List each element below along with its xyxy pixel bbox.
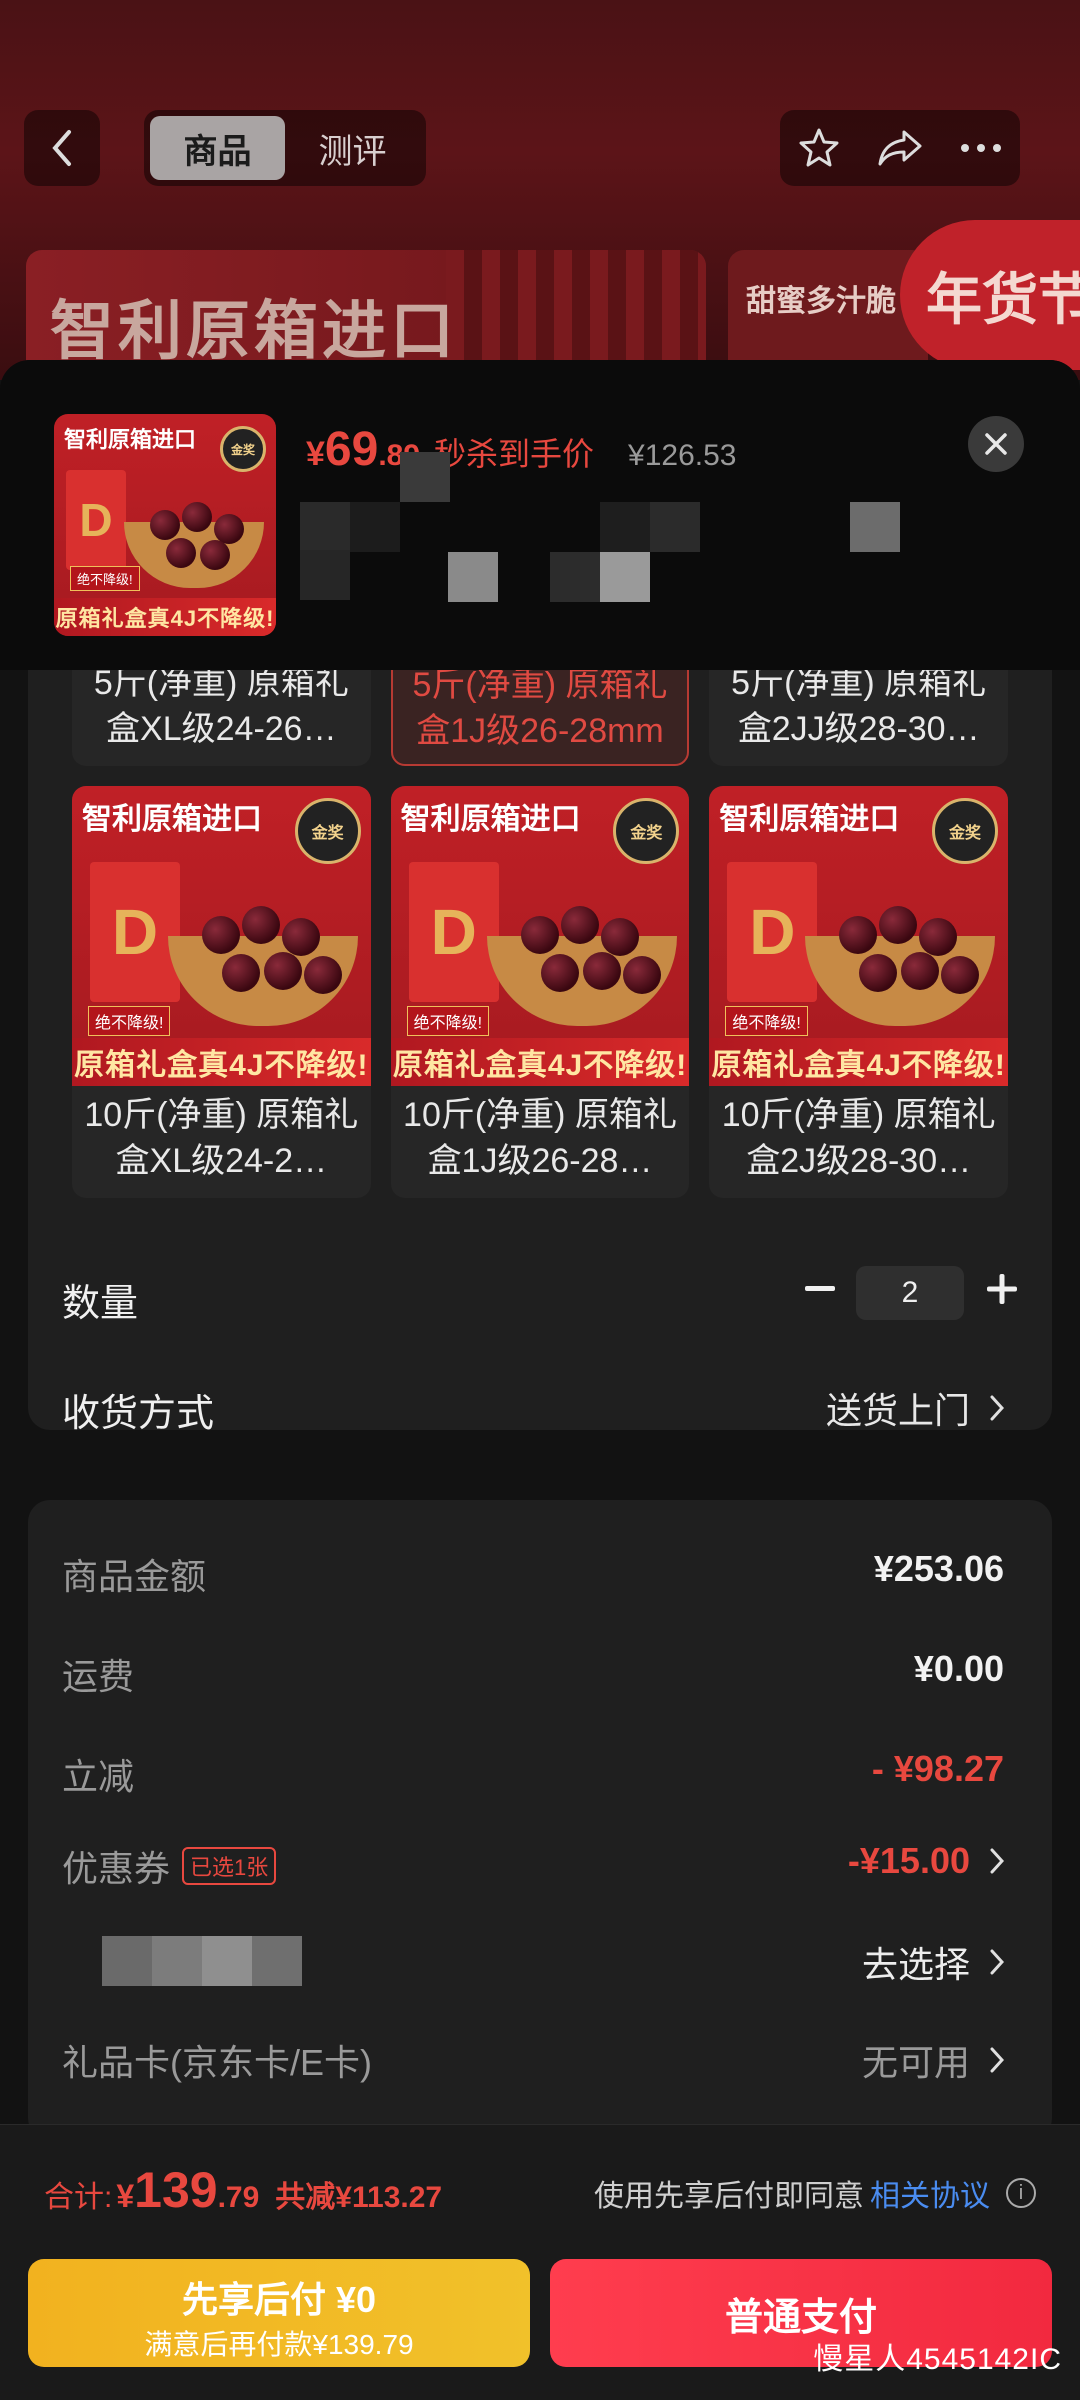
- agreement-notice: 使用先享后付即同意 相关协议 i: [594, 2171, 1036, 2215]
- delivery-label: 收货方式: [62, 1393, 215, 1435]
- goods-amount-label: 商品金额: [62, 1556, 207, 1597]
- select-value-group: 去选择: [862, 1936, 1004, 1988]
- delivery-value: 送货上门: [825, 1390, 970, 1431]
- coupon-count-badge: 已选1张: [182, 1847, 277, 1885]
- variant-option-selected[interactable]: 5斤(净重) 原箱礼盒1J级26-28mm: [390, 660, 690, 766]
- variant-option[interactable]: 5斤(净重) 原箱礼盒2JJ级28-30…: [709, 660, 1008, 766]
- instant-discount-row: 立减 - ¥98.27: [62, 1748, 1022, 1808]
- agreement-text: 使用先享后付即同意: [594, 2180, 864, 2213]
- variant-label: 10斤(净重) 原箱礼盒2J级28-30…: [721, 1096, 996, 1180]
- variant-option[interactable]: 智利原箱进口 金奖 D 绝不降级! 原箱礼盒真4J不降级! 10斤(净重) 原箱…: [390, 786, 690, 1198]
- redacted-label: [102, 1936, 302, 1986]
- product-summary-header: 智利原箱进口 金奖 D 绝不降级! 原箱礼盒真4J不降级! ¥69.89 秒杀到…: [0, 360, 1080, 670]
- back-button[interactable]: [24, 110, 100, 186]
- agreement-link[interactable]: 相关协议: [870, 2171, 990, 2215]
- quantity-increase-button[interactable]: [982, 1264, 1022, 1314]
- variant-option[interactable]: 智利原箱进口 金奖 D 绝不降级! 原箱礼盒真4J不降级! 10斤(净重) 原箱…: [709, 786, 1009, 1198]
- chevron-left-icon: [52, 130, 71, 166]
- giftcard-value: 无可用: [861, 2042, 970, 2083]
- banner-title: 智利原箱进口: [50, 295, 458, 367]
- top-bar: 商品 测评: [24, 110, 1056, 190]
- coupon-value-group: -¥15.00: [848, 1840, 1004, 1882]
- coupon-value: -¥15.00: [847, 1840, 970, 1881]
- shipping-label: 运费: [62, 1656, 135, 1697]
- more-icon[interactable]: [959, 142, 1003, 154]
- festival-badge: 年货节: [900, 220, 1080, 370]
- redacted-spec-text: [300, 452, 450, 552]
- close-button[interactable]: [968, 416, 1024, 472]
- variant-option[interactable]: 智利原箱进口 金奖 D 绝不降级! 原箱礼盒真4J不降级! 10斤(净重) 原箱…: [72, 786, 371, 1198]
- quantity-label: 数量: [62, 1283, 139, 1325]
- redacted-row[interactable]: 去选择: [62, 1936, 1022, 1996]
- pay-later-subtitle: 满意后再付款¥139.79: [144, 2329, 414, 2360]
- variant-image: 智利原箱进口 金奖 D 绝不降级! 原箱礼盒真4J不降级!: [390, 786, 690, 1086]
- shipping-row: 运费 ¥0.00: [62, 1648, 1022, 1708]
- original-price: ¥126.53: [628, 439, 737, 472]
- share-icon[interactable]: [876, 126, 924, 170]
- delivery-selector[interactable]: 送货上门: [826, 1382, 1004, 1434]
- giftcard-value-group: 无可用: [862, 2034, 1004, 2086]
- variant-label: 5斤(净重) 原箱礼盒2JJ级28-30…: [731, 664, 987, 748]
- variant-image: 智利原箱进口 金奖 D 绝不降级! 原箱礼盒真4J不降级!: [72, 786, 371, 1086]
- price-row: ¥69.89 秒杀到手价 ¥126.53: [306, 422, 737, 477]
- coupon-label: 优惠券: [62, 1848, 171, 1889]
- variant-label: 5斤(净重) 原箱礼盒XL级24-26…: [93, 664, 349, 748]
- banner2-title: 甜蜜多汁脆: [746, 285, 896, 318]
- product-page-background: 商品 测评 智利原箱进口 甜蜜多汁脆 年货节: [0, 0, 1080, 410]
- total-saved: 共减¥113.27: [275, 2181, 443, 2214]
- variant-label: 10斤(净重) 原箱礼盒XL级24-2…: [84, 1096, 359, 1180]
- flash-price-tag: 秒杀到手价: [434, 436, 595, 472]
- coupon-label-group: 优惠券 已选1张: [62, 1840, 277, 1892]
- instant-discount-label: 立减: [62, 1756, 135, 1797]
- tab-switcher: 商品 测评: [144, 110, 426, 186]
- variant-label: 10斤(净重) 原箱礼盒1J级26-28…: [403, 1096, 677, 1180]
- pay-later-title: 先享后付 ¥0: [181, 2279, 377, 2320]
- quantity-decrease-button[interactable]: [800, 1264, 840, 1314]
- variant-row-2: 智利原箱进口 金奖 D 绝不降级! 原箱礼盒真4J不降级! 10斤(净重) 原箱…: [72, 786, 1009, 1198]
- plus-icon: [987, 1274, 1017, 1304]
- chevron-right-icon: [990, 1949, 1004, 1975]
- variant-option[interactable]: 5斤(净重) 原箱礼盒XL级24-26…: [72, 660, 371, 766]
- pay-later-button[interactable]: 先享后付 ¥0 满意后再付款¥139.79: [28, 2259, 530, 2367]
- variant-label: 5斤(净重) 原箱礼盒1J级26-28mm: [412, 666, 668, 750]
- giftcard-row[interactable]: 礼品卡(京东卡/E卡) 无可用: [62, 2034, 1022, 2094]
- goods-amount-value: ¥253.06: [873, 1548, 1004, 1589]
- minus-icon: [805, 1286, 835, 1291]
- tab-review[interactable]: 测评: [285, 116, 420, 180]
- coupon-row[interactable]: 优惠券 已选1张 -¥15.00: [62, 1840, 1022, 1900]
- star-icon[interactable]: [797, 126, 841, 170]
- instant-discount-value: - ¥98.27: [871, 1748, 1004, 1789]
- chevron-right-icon: [990, 1848, 1004, 1874]
- watermark: 慢星人4545142IC: [813, 2343, 1062, 2376]
- close-icon: [985, 433, 1007, 455]
- giftcard-label: 礼品卡(京东卡/E卡): [62, 2042, 372, 2083]
- product-thumbnail: 智利原箱进口 金奖 D 绝不降级! 原箱礼盒真4J不降级!: [54, 414, 276, 636]
- goods-amount-row: 商品金额 ¥253.06: [62, 1548, 1022, 1608]
- tab-goods[interactable]: 商品: [150, 116, 285, 180]
- quantity-input[interactable]: 2: [856, 1266, 964, 1320]
- select-value: 去选择: [861, 1944, 970, 1985]
- screen: 商品 测评 智利原箱进口 甜蜜多汁脆 年货节 5斤(净重) 原箱礼盒XL级24-…: [0, 0, 1080, 2400]
- variant-row-1: 5斤(净重) 原箱礼盒XL级24-26… 5斤(净重) 原箱礼盒1J级26-28…: [72, 660, 1008, 766]
- variant-image: 智利原箱进口 金奖 D 绝不降级! 原箱礼盒真4J不降级!: [709, 786, 1009, 1086]
- chevron-right-icon: [990, 1395, 1004, 1421]
- total-price: 合计: ¥ 139 .79 共减¥113.27: [44, 2162, 443, 2218]
- header-actions: [780, 110, 1020, 186]
- shipping-value: ¥0.00: [913, 1648, 1004, 1689]
- info-icon[interactable]: i: [1006, 2178, 1036, 2208]
- chevron-right-icon: [990, 2047, 1004, 2073]
